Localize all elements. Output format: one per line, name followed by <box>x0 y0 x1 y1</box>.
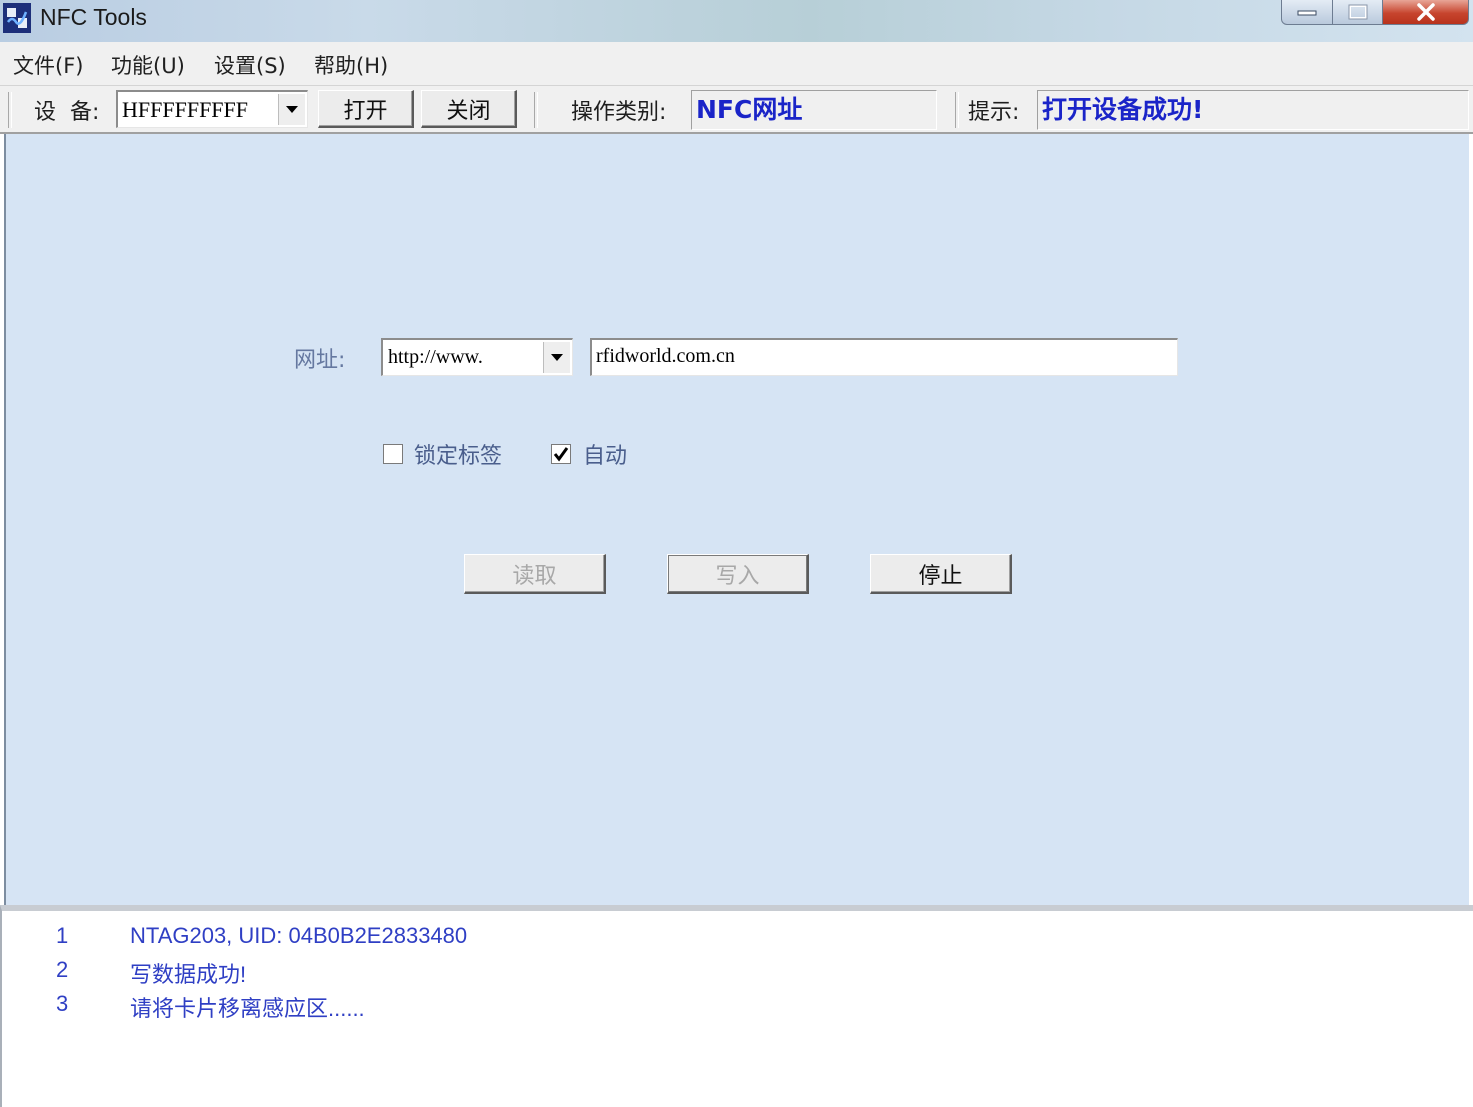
auto-checkbox[interactable] <box>551 444 571 464</box>
log-row-message: 请将卡片移离感应区...... <box>130 996 365 1021</box>
device-label: 设 备: <box>34 100 100 125</box>
menu-help[interactable]: 帮助(H) <box>314 50 388 80</box>
toolbar-separator <box>955 92 959 128</box>
log-row-message: 写数据成功! <box>130 962 247 987</box>
minimize-button[interactable] <box>1281 0 1333 25</box>
menu-settings[interactable]: 设置(S) <box>214 50 286 80</box>
log-row-number: 1 <box>56 923 69 948</box>
operation-type-value: NFC网址 <box>691 90 937 130</box>
url-prefix-dropdown-button[interactable] <box>543 342 570 373</box>
log-row-message: NTAG203, UID: 04B0B2E2833480 <box>130 923 468 948</box>
toolbar-grip <box>8 92 12 128</box>
device-select-value: HFFFFFFFFF <box>122 97 249 122</box>
close-icon <box>1416 3 1435 21</box>
menu-file[interactable]: 文件(F) <box>13 50 83 80</box>
url-prefix-select[interactable]: http://www. <box>381 338 573 376</box>
close-window-button[interactable] <box>1383 0 1469 25</box>
device-select[interactable]: HFFFFFFFFF <box>116 90 308 128</box>
log-panel: 1 NTAG203, UID: 04B0B2E2833480 2 写数据成功! … <box>0 905 1473 1107</box>
url-input[interactable]: rfidworld.com.cn <box>590 338 1178 376</box>
maximize-icon <box>1348 4 1367 20</box>
lock-tag-label: 锁定标签 <box>414 444 503 469</box>
log-row-number: 3 <box>56 991 69 1016</box>
url-input-value: rfidworld.com.cn <box>596 345 735 367</box>
lock-tag-checkbox[interactable] <box>383 444 403 464</box>
menu-function[interactable]: 功能(U) <box>111 50 185 80</box>
read-button[interactable]: 读取 <box>464 554 606 594</box>
auto-label: 自动 <box>583 444 628 469</box>
dropdown-arrow-icon <box>286 106 298 113</box>
hint-value: 打开设备成功! <box>1037 90 1469 130</box>
app-icon <box>3 3 31 33</box>
operation-type-label: 操作类别: <box>571 100 667 125</box>
device-dropdown-button[interactable] <box>278 94 305 125</box>
maximize-button[interactable] <box>1333 0 1383 25</box>
url-label: 网址: <box>294 348 346 373</box>
title-bar: NFC Tools <box>0 0 1473 42</box>
url-prefix-value: http://www. <box>388 346 483 368</box>
dropdown-arrow-icon <box>551 354 563 361</box>
write-button[interactable]: 写入 <box>667 554 809 594</box>
toolbar: 设 备: HFFFFFFFFF 打开 关闭 操作类别: NFC网址 提示: 打开… <box>0 86 1473 134</box>
stop-button[interactable]: 停止 <box>870 554 1012 594</box>
main-panel: 网址: http://www. rfidworld.com.cn 锁定标签 自动… <box>4 134 1469 905</box>
toolbar-separator <box>534 92 538 128</box>
window-title: NFC Tools <box>40 4 147 30</box>
log-row-number: 2 <box>56 957 69 982</box>
open-button[interactable]: 打开 <box>318 90 414 128</box>
minimize-icon <box>1297 10 1317 16</box>
checkmark-icon <box>553 447 569 462</box>
hint-label: 提示: <box>968 100 1020 125</box>
close-button[interactable]: 关闭 <box>421 90 517 128</box>
menu-bar: 文件(F) 功能(U) 设置(S) 帮助(H) <box>0 42 1473 86</box>
